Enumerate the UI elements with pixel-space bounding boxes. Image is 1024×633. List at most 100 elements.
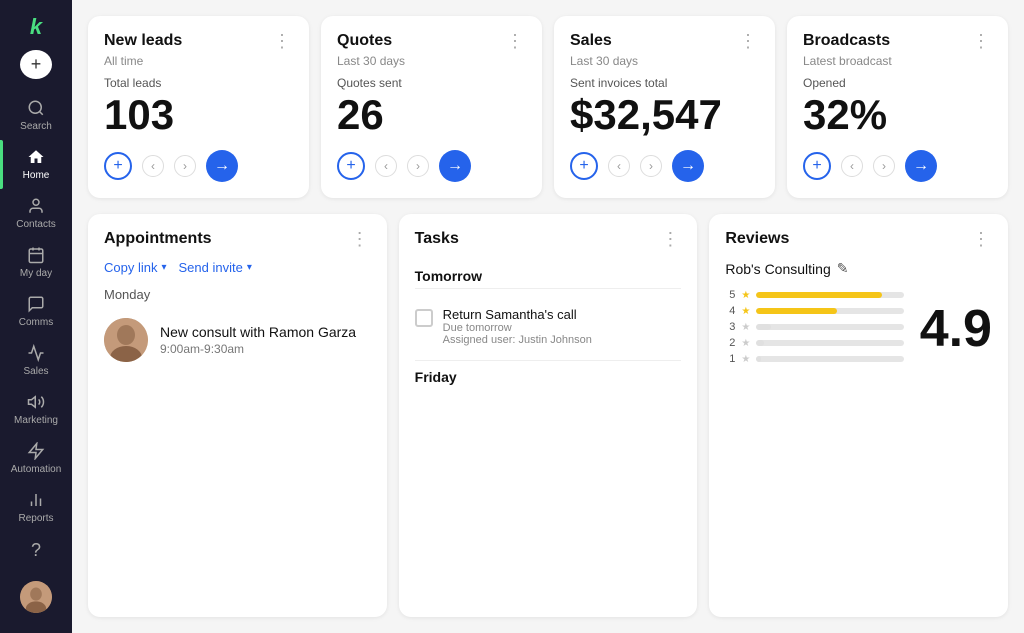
sidebar-item-help[interactable]: ? (20, 532, 52, 569)
copy-link-chevron-icon: ▾ (161, 262, 166, 273)
appointment-time: 9:00am-9:30am (160, 342, 356, 356)
review-bar-row: 2 ★ (725, 337, 903, 349)
copy-link-button[interactable]: Copy link ▾ (104, 260, 167, 275)
appointment-avatar (104, 318, 148, 362)
tasks-panel: Tasks ⋮ Tomorrow Return Samantha's call … (399, 214, 698, 617)
appointments-more-button[interactable]: ⋮ (349, 230, 371, 248)
broadcasts-more-button[interactable]: ⋮ (970, 32, 992, 50)
sidebar-label-marketing: Marketing (14, 416, 58, 426)
sidebar-item-home[interactable]: Home (0, 140, 72, 189)
sales-more-button[interactable]: ⋮ (737, 32, 759, 50)
quotes-more-button[interactable]: ⋮ (504, 32, 526, 50)
reviews-content: 5 ★ 4 ★ 3 ★ 2 ★ 1 ★ (725, 289, 992, 369)
sales-icon (27, 344, 45, 365)
sidebar-item-marketing[interactable]: Marketing (0, 385, 72, 434)
edit-icon[interactable]: ✎ (837, 260, 849, 277)
add-button[interactable]: + (20, 50, 52, 80)
broadcasts-title: Broadcasts (803, 32, 890, 50)
contacts-icon (27, 197, 45, 218)
sidebar-label-comms: Comms (19, 318, 53, 328)
task-due: Due tomorrow (443, 322, 592, 334)
sales-subtitle: Last 30 days (570, 54, 759, 68)
star-icon: ★ (741, 354, 750, 365)
sidebar-label-myday: My day (20, 269, 52, 279)
reviews-score-value: 4.9 (920, 303, 992, 355)
quotes-arrow-button[interactable]: → (439, 150, 471, 182)
review-bar-fill (756, 340, 763, 346)
review-bar-row: 5 ★ (725, 289, 903, 301)
broadcasts-add-button[interactable]: + (803, 152, 831, 180)
sidebar-item-comms[interactable]: Comms (0, 287, 72, 336)
new-leads-arrow-button[interactable]: → (206, 150, 238, 182)
quotes-add-button[interactable]: + (337, 152, 365, 180)
review-bar-track (756, 356, 903, 362)
sidebar-label-contacts: Contacts (16, 220, 55, 230)
review-bar-label: 1 (725, 353, 735, 365)
calendar-icon (27, 246, 45, 267)
sidebar-item-sales[interactable]: Sales (0, 336, 72, 385)
quotes-prev-button[interactable]: ‹ (375, 155, 397, 177)
sales-title: Sales (570, 32, 612, 50)
new-leads-title: New leads (104, 32, 182, 50)
sales-prev-button[interactable]: ‹ (608, 155, 630, 177)
quotes-subtitle: Last 30 days (337, 54, 526, 68)
new-leads-prev-button[interactable]: ‹ (142, 155, 164, 177)
quotes-value: 26 (337, 92, 526, 138)
reviews-more-button[interactable]: ⋮ (970, 230, 992, 248)
review-bar-row: 3 ★ (725, 321, 903, 333)
sidebar-label-reports: Reports (18, 514, 53, 524)
appointment-day-label: Monday (104, 287, 371, 302)
broadcasts-next-button[interactable]: › (873, 155, 895, 177)
broadcasts-arrow-button[interactable]: → (905, 150, 937, 182)
sidebar-item-search[interactable]: Search (0, 91, 72, 140)
review-bar-label: 2 (725, 337, 735, 349)
send-invite-label: Send invite (179, 260, 243, 275)
quotes-next-button[interactable]: › (407, 155, 429, 177)
sidebar-label-home: Home (23, 171, 50, 181)
new-leads-label: Total leads (104, 76, 293, 90)
new-leads-more-button[interactable]: ⋮ (271, 32, 293, 50)
sidebar-item-contacts[interactable]: Contacts (0, 189, 72, 238)
new-leads-add-button[interactable]: + (104, 152, 132, 180)
reviews-panel: Reviews ⋮ Rob's Consulting ✎ 5 ★ 4 ★ (709, 214, 1008, 617)
review-bar-row: 1 ★ (725, 353, 903, 365)
reviews-title: Reviews (725, 230, 789, 248)
appointments-title: Appointments (104, 230, 212, 248)
broadcasts-card: Broadcasts ⋮ Latest broadcast Opened 32%… (787, 16, 1008, 198)
sidebar: k + Search Home Contacts My day Comms (0, 0, 72, 633)
review-bar-fill (756, 308, 837, 314)
review-bar-label: 3 (725, 321, 735, 333)
new-leads-next-button[interactable]: › (174, 155, 196, 177)
logo-letter: k (30, 14, 42, 40)
reviews-bars: 5 ★ 4 ★ 3 ★ 2 ★ 1 ★ (725, 289, 903, 369)
sidebar-item-myday[interactable]: My day (0, 238, 72, 287)
review-bar-track (756, 324, 903, 330)
automation-icon (27, 442, 45, 463)
reviews-business-name: Rob's Consulting (725, 261, 830, 277)
tasks-friday-label: Friday (415, 360, 682, 385)
star-icon: ★ (741, 306, 750, 317)
sales-value: $32,547 (570, 92, 759, 138)
user-avatar[interactable] (20, 581, 52, 613)
review-bar-track (756, 308, 903, 314)
sales-next-button[interactable]: › (640, 155, 662, 177)
sales-arrow-button[interactable]: → (672, 150, 704, 182)
sales-label: Sent invoices total (570, 76, 759, 90)
sidebar-item-automation[interactable]: Automation (0, 434, 72, 483)
task-checkbox[interactable] (415, 309, 433, 327)
review-bar-fill (756, 324, 771, 330)
metric-cards-row: New leads ⋮ All time Total leads 103 + ‹… (88, 16, 1008, 198)
new-leads-subtitle: All time (104, 54, 293, 68)
app-logo: k (20, 12, 52, 42)
broadcasts-prev-button[interactable]: ‹ (841, 155, 863, 177)
reports-icon (27, 491, 45, 512)
tasks-tomorrow-label: Tomorrow (415, 260, 682, 289)
search-icon (27, 99, 45, 120)
send-invite-button[interactable]: Send invite ▾ (179, 260, 252, 275)
sidebar-item-reports[interactable]: Reports (0, 483, 72, 532)
appointment-item: New consult with Ramon Garza 9:00am-9:30… (104, 310, 371, 370)
quotes-card: Quotes ⋮ Last 30 days Quotes sent 26 + ‹… (321, 16, 542, 198)
star-icon: ★ (741, 338, 750, 349)
sales-add-button[interactable]: + (570, 152, 598, 180)
tasks-more-button[interactable]: ⋮ (659, 230, 681, 248)
